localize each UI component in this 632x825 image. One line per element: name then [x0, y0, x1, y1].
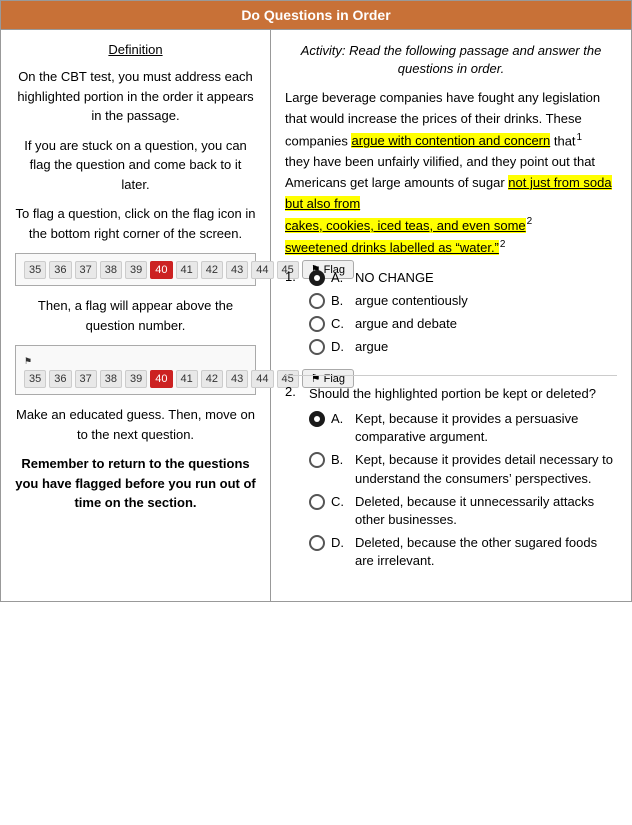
radio-1-d[interactable]: [309, 339, 325, 355]
num-41b: 41: [176, 370, 198, 388]
passage-between1: that: [550, 133, 575, 148]
num-37: 37: [75, 261, 97, 279]
radio-1-b[interactable]: [309, 293, 325, 309]
definition-para-2: If you are stuck on a question, you can …: [15, 136, 256, 195]
answer-1-c[interactable]: C. argue and debate: [309, 315, 468, 333]
answer-1-b-text: argue contentiously: [355, 292, 468, 310]
radio-2-d[interactable]: [309, 535, 325, 551]
flag-indicator-container: ⚑: [24, 356, 32, 367]
answer-list-1: A. NO CHANGE B. argue contentiously C. a…: [309, 269, 468, 362]
answer-2-d[interactable]: D. Deleted, because the other sugared fo…: [309, 534, 617, 570]
answer-2-b-label: B.: [331, 451, 351, 469]
num-35b: 35: [24, 370, 46, 388]
after-flag-2-text: Make an educated guess. Then, move on to…: [15, 405, 256, 444]
passage-highlight1: argue with contention and concern: [351, 133, 550, 148]
question-2-content: Should the highlighted portion be kept o…: [309, 384, 617, 575]
answer-2-d-text: Deleted, because the other sugared foods…: [355, 534, 617, 570]
answer-1-d[interactable]: D. argue: [309, 338, 468, 356]
passage-sup4: 2: [500, 239, 506, 250]
answer-1-d-label: D.: [331, 338, 351, 356]
answer-list-2: A. Kept, because it provides a persuasiv…: [309, 410, 617, 571]
flag-bar-1-inner: 35 36 37 38 39 40 41 42 43 44 45 ⚑ Flag: [24, 260, 247, 279]
answer-1-c-text: argue and debate: [355, 315, 468, 333]
answer-1-a[interactable]: A. NO CHANGE: [309, 269, 468, 287]
radio-1-a[interactable]: [309, 270, 325, 286]
passage-sup3: 2: [527, 216, 533, 227]
num-38: 38: [100, 261, 122, 279]
num-43b: 43: [226, 370, 248, 388]
num-40b-active: 40: [150, 370, 172, 388]
radio-2-a[interactable]: [309, 411, 325, 427]
radio-1-c[interactable]: [309, 316, 325, 332]
question-2: 2. Should the highlighted portion be kep…: [285, 384, 617, 575]
flag-bar-2-inner: 35 36 37 38 39 40 41 42 43 44 45 ⚑ Flag: [24, 369, 247, 388]
right-column: Activity: Read the following passage and…: [271, 30, 631, 601]
answer-1-b[interactable]: B. argue contentiously: [309, 292, 468, 310]
passage: Large beverage companies have fought any…: [285, 88, 617, 258]
left-column: Definition On the CBT test, you must add…: [1, 30, 271, 601]
page-title: Do Questions in Order: [1, 1, 631, 29]
answer-2-a-label: A.: [331, 410, 351, 428]
num-43: 43: [226, 261, 248, 279]
answer-1-a-text: NO CHANGE: [355, 269, 468, 287]
after-flag-1-text: Then, a flag will appear above the quest…: [15, 296, 256, 335]
num-42: 42: [201, 261, 223, 279]
num-41: 41: [176, 261, 198, 279]
flag-bar-2: ⚑ 35 36 37 38 39 40 41 42 43 44 45 ⚑: [15, 345, 256, 395]
question-2-number: 2.: [285, 384, 303, 399]
flag-bar-1: 35 36 37 38 39 40 41 42 43 44 45 ⚑ Flag: [15, 253, 256, 286]
answer-2-a-text: Kept, because it provides a persuasive c…: [355, 410, 617, 446]
num-36: 36: [49, 261, 71, 279]
answer-1-b-label: B.: [331, 292, 351, 310]
answer-1-a-label: A.: [331, 269, 351, 287]
flag-above-indicator: ⚑: [24, 356, 32, 367]
num-35: 35: [24, 261, 46, 279]
num-39b: 39: [125, 370, 147, 388]
question-2-row: 2. Should the highlighted portion be kep…: [285, 384, 617, 575]
question-2-intro: Should the highlighted portion be kept o…: [309, 384, 617, 404]
passage-highlight3: cakes, cookies, iced teas, and even some: [285, 218, 526, 233]
question-1-number: 1.: [285, 269, 303, 284]
answer-2-c[interactable]: C. Deleted, because it unnecessarily att…: [309, 493, 617, 529]
page-wrapper: Do Questions in Order Definition On the …: [0, 0, 632, 602]
question-1: 1. A. NO CHANGE B. argue contentiously: [285, 269, 617, 362]
activity-header: Activity: Read the following passage and…: [285, 42, 617, 78]
num-38b: 38: [100, 370, 122, 388]
radio-2-b[interactable]: [309, 452, 325, 468]
answer-2-b[interactable]: B. Kept, because it provides detail nece…: [309, 451, 617, 487]
question-1-row: 1. A. NO CHANGE B. argue contentiously: [285, 269, 617, 362]
answer-2-a[interactable]: A. Kept, because it provides a persuasiv…: [309, 410, 617, 446]
answer-1-c-label: C.: [331, 315, 351, 333]
num-37b: 37: [75, 370, 97, 388]
num-36b: 36: [49, 370, 71, 388]
radio-2-c[interactable]: [309, 494, 325, 510]
answer-2-c-label: C.: [331, 493, 351, 511]
definition-para-1: On the CBT test, you must address each h…: [15, 67, 256, 126]
question-divider: [285, 375, 617, 376]
num-40-active: 40: [150, 261, 172, 279]
content-row: Definition On the CBT test, you must add…: [1, 29, 631, 601]
definition-para-3: To flag a question, click on the flag ic…: [15, 204, 256, 243]
num-39: 39: [125, 261, 147, 279]
reminder-text: Remember to return to the questions you …: [15, 454, 256, 513]
passage-highlight4: sweetened drinks labelled as “water.”: [285, 240, 499, 255]
num-42b: 42: [201, 370, 223, 388]
definition-header: Definition: [15, 42, 256, 57]
answer-2-d-label: D.: [331, 534, 351, 552]
passage-sup1: 1: [577, 132, 583, 143]
answer-1-d-text: argue: [355, 338, 468, 356]
answer-2-b-text: Kept, because it provides detail necessa…: [355, 451, 617, 487]
answer-2-c-text: Deleted, because it unnecessarily attack…: [355, 493, 617, 529]
